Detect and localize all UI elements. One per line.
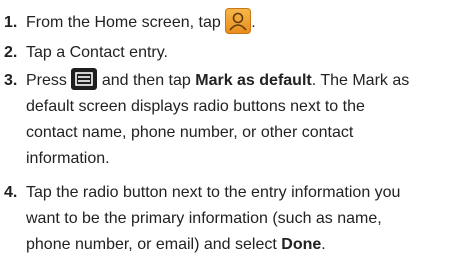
instruction-page: 1. From the Home screen, tap . 2. Tap a … xyxy=(0,0,467,274)
step-2-text: Tap a Contact entry. xyxy=(26,44,168,61)
step-number: 3. xyxy=(4,72,18,89)
step-1-text: From the Home screen, tap xyxy=(26,14,221,31)
done-label: Done xyxy=(281,236,322,253)
step-number: 2. xyxy=(4,44,18,61)
step-text: From the Home screen, tap . xyxy=(26,7,463,36)
step-1-period: . xyxy=(251,14,256,31)
step-number: 4. xyxy=(4,184,18,201)
step-text: Tap the radio button next to the entry i… xyxy=(26,180,463,258)
step-number: 1. xyxy=(4,14,18,31)
step-3-mid: and then tap xyxy=(101,72,191,89)
step-3-press: Press xyxy=(26,72,67,89)
contacts-icon xyxy=(225,7,252,34)
step-4-line-2: want to be the primary information (such… xyxy=(26,210,382,227)
step-3-after: . The Mark as xyxy=(311,72,410,89)
step-4-line-3: phone number, or email) and select xyxy=(26,236,277,253)
mark-as-default-label: Mark as default xyxy=(195,72,312,89)
step-3-line-3: contact name, phone number, or other con… xyxy=(26,124,354,141)
step-4-line-1: Tap the radio button next to the entry i… xyxy=(26,184,401,201)
step-text: Press and then tap Mark as default. The … xyxy=(26,67,463,172)
menu-key-icon xyxy=(71,67,98,90)
step-3-line-4: information. xyxy=(26,150,110,167)
step-text: Tap a Contact entry. xyxy=(26,40,463,66)
step-3-line-2: default screen displays radio buttons ne… xyxy=(26,98,365,115)
step-4-period: . xyxy=(321,236,326,253)
